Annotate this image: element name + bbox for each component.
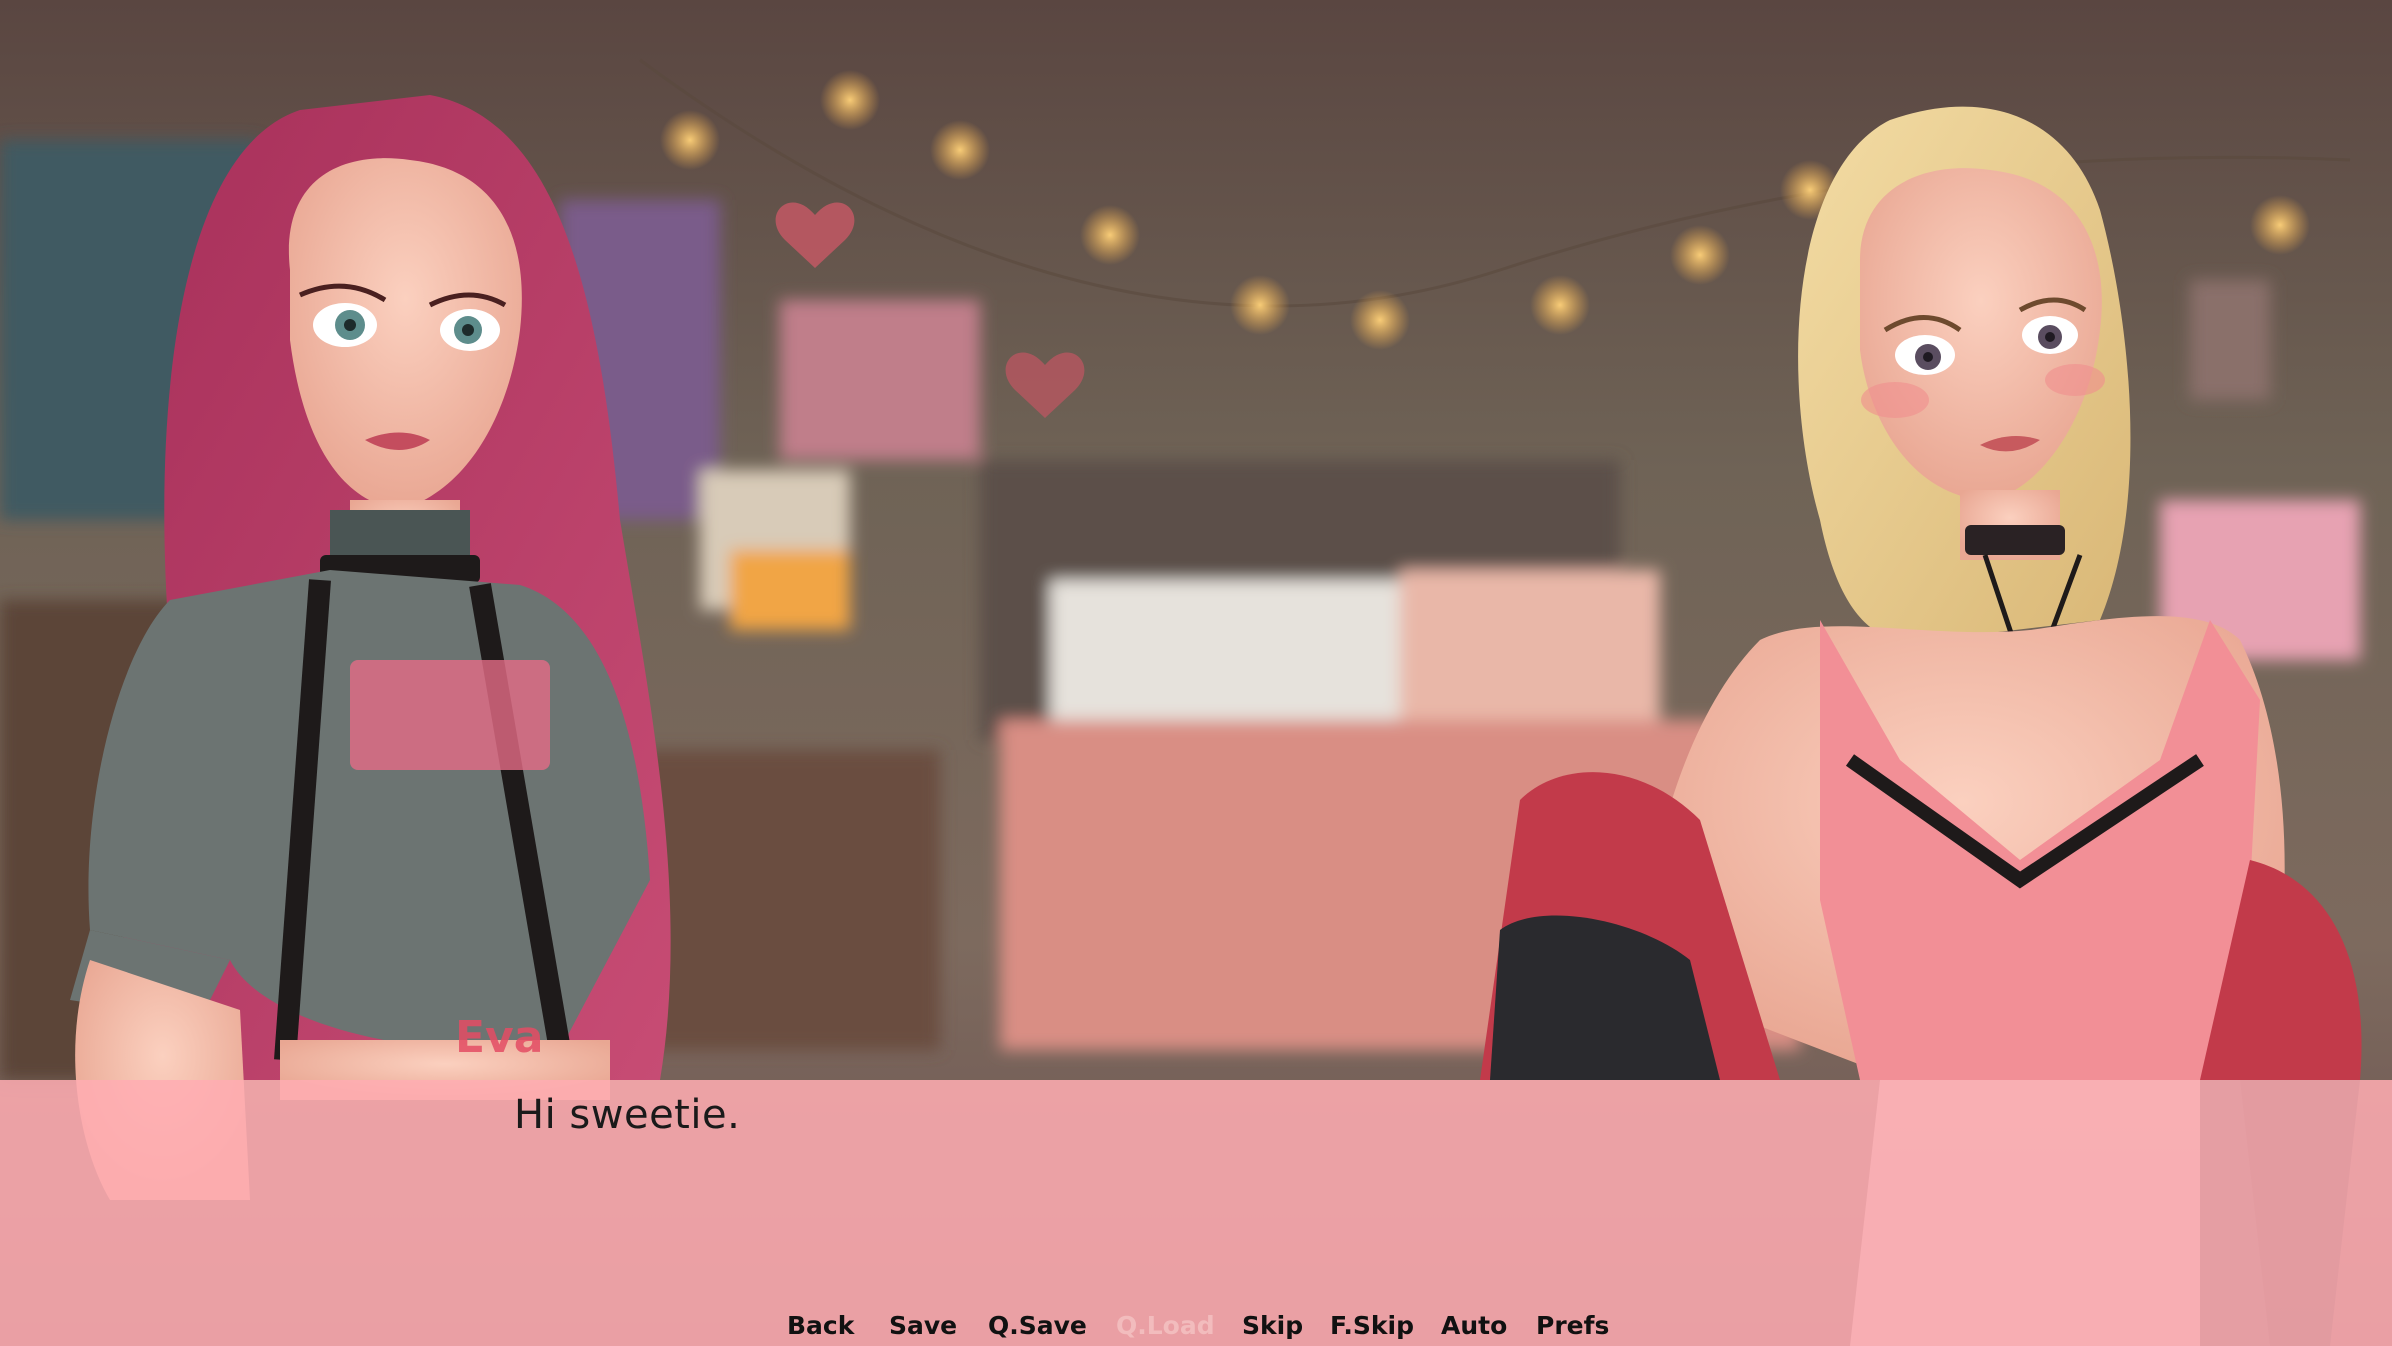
- speaker-nameplate-layer: Eva: [455, 1012, 543, 1063]
- speaker-nameplate: Eva: [455, 1012, 543, 1063]
